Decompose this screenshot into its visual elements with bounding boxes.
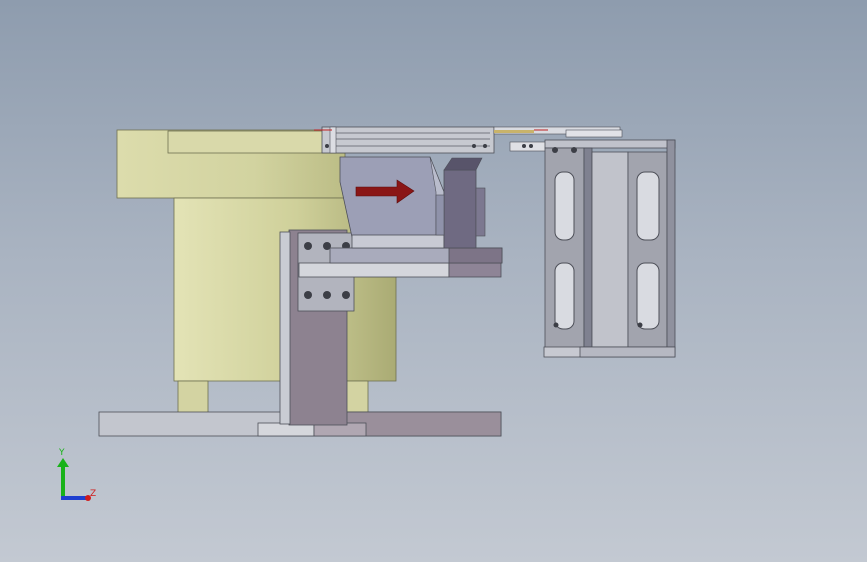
triad-y-axis: [57, 458, 69, 498]
triad-x-axis: [61, 496, 88, 500]
slide-cylinder: [339, 156, 486, 249]
triad-z-label: Z: [90, 489, 96, 499]
orientation-triad[interactable]: Y Z: [57, 448, 96, 501]
gripper-frame: [543, 139, 676, 358]
cad-model-drawing[interactable]: Y Z: [0, 0, 867, 562]
triad-y-label: Y: [58, 448, 65, 458]
cad-graphics-viewport[interactable]: Y Z: [0, 0, 867, 562]
